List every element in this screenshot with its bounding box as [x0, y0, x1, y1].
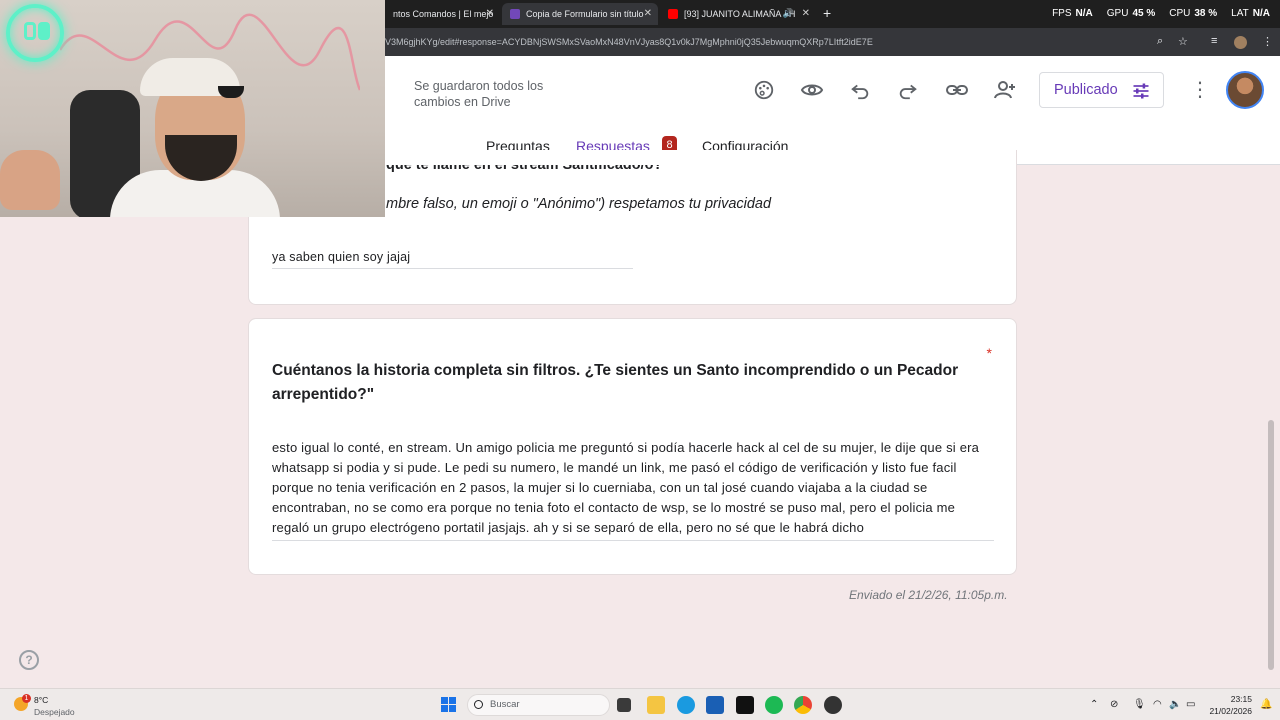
- tune-icon: [1131, 81, 1151, 105]
- notifications-icon[interactable]: 🔔: [1260, 699, 1272, 710]
- notification-badge: 1: [22, 694, 31, 703]
- taskbar-search-input[interactable]: Buscar: [467, 694, 610, 716]
- undo-icon[interactable]: [848, 78, 872, 102]
- more-options-icon[interactable]: ⋮: [1190, 78, 1210, 102]
- tab-title: ntos Comandos | El mejo: [393, 9, 494, 19]
- speaker-icon: 🔊: [782, 8, 794, 18]
- y-app-icon[interactable]: [736, 696, 754, 714]
- microphone-icon[interactable]: 🎙: [1133, 699, 1146, 710]
- search-icon: [474, 700, 483, 709]
- windows-taskbar: 1 8°C Despejado Buscar ⌃ ⊘ 🎙 ◠ 🔈 ▭ 23:15…: [0, 688, 1280, 720]
- weather-temp: 8°C: [34, 695, 49, 705]
- zoom-icon[interactable]: ⌕: [1157, 35, 1163, 48]
- response-answer: ya saben quien soy jajaj: [272, 250, 633, 269]
- clock-time: 23:15: [1230, 694, 1252, 704]
- preview-eye-icon[interactable]: [800, 78, 824, 102]
- chrome-icon[interactable]: [794, 696, 812, 714]
- browser-tab-comandos[interactable]: ntos Comandos | El mejo ✕: [385, 3, 500, 25]
- link-icon[interactable]: [945, 78, 969, 102]
- stat-fps: FPS N/A: [1052, 8, 1093, 19]
- submitted-timestamp: Enviado el 21/2/26, 11:05p.m.: [849, 588, 1008, 602]
- browser-tab-youtube[interactable]: [93] JUANITO ALIMAÑA - H 🔊 ✕: [660, 3, 816, 25]
- volume-icon[interactable]: 🔈: [1169, 699, 1181, 710]
- search-placeholder: Buscar: [490, 699, 520, 710]
- webcam-overlay: [0, 0, 385, 217]
- weather-desc: Despejado: [34, 707, 75, 717]
- task-view-icon[interactable]: [617, 698, 631, 712]
- required-asterisk: *: [986, 345, 992, 361]
- edge-icon[interactable]: [677, 696, 695, 714]
- add-collaborator-icon[interactable]: [993, 78, 1017, 102]
- bookmark-star-icon[interactable]: ☆: [1178, 35, 1188, 48]
- new-tab-icon[interactable]: +: [823, 5, 831, 21]
- tab-title: Copia de Formulario sin título: [526, 9, 644, 19]
- browser-tab-forms[interactable]: Copia de Formulario sin título ✕: [502, 3, 658, 25]
- close-icon[interactable]: ✕: [802, 8, 810, 19]
- wifi-icon[interactable]: ◠: [1153, 699, 1162, 710]
- question-card-story: * Cuéntanos la historia completa sin fil…: [248, 318, 1017, 575]
- clock-date: 21/02/2026: [1209, 706, 1252, 716]
- menu-dots-icon[interactable]: ⋮: [1262, 35, 1273, 48]
- obs-icon[interactable]: [824, 696, 842, 714]
- palette-icon[interactable]: [752, 78, 776, 102]
- youtube-icon: [668, 9, 678, 19]
- avatar[interactable]: [1226, 71, 1264, 109]
- publish-label: Publicado: [1054, 82, 1118, 98]
- spotify-icon[interactable]: [765, 696, 783, 714]
- forms-icon: [510, 9, 520, 19]
- question-title: Cuéntanos la historia completa sin filtr…: [272, 362, 959, 403]
- system-clock[interactable]: 23:15 21/02/2026: [1206, 693, 1252, 717]
- close-icon[interactable]: ✕: [486, 8, 494, 19]
- save-status: Se guardaron todos los cambios en Drive: [414, 79, 544, 109]
- stat-lat: LAT N/A: [1231, 8, 1270, 19]
- url-text[interactable]: V3M6gjhKYg/edit#response=ACYDBNjSWSMxSVa…: [385, 37, 873, 47]
- performance-overlay: FPS N/A GPU 45 % CPU 38 % LAT N/A: [1052, 8, 1270, 19]
- weather-widget[interactable]: 1 8°C Despejado: [14, 693, 104, 717]
- file-explorer-icon[interactable]: [647, 696, 665, 714]
- stat-cpu: CPU 38 %: [1169, 8, 1218, 19]
- store-icon[interactable]: [706, 696, 724, 714]
- windows-start-icon[interactable]: [440, 696, 458, 714]
- media-control-icon[interactable]: ≡: [1211, 35, 1217, 47]
- scrollbar-thumb[interactable]: [1268, 420, 1274, 670]
- help-icon[interactable]: ?: [19, 650, 39, 670]
- question-description: mbre falso, un emoji o "Anónimo") respet…: [386, 196, 772, 212]
- tray-overflow-icon[interactable]: ⌃: [1090, 699, 1098, 710]
- stat-gpu: GPU 45 %: [1106, 8, 1156, 19]
- profile-icon[interactable]: [1234, 36, 1247, 49]
- tab-title: [93] JUANITO ALIMAÑA - H: [684, 9, 796, 19]
- person-hand: [0, 150, 60, 210]
- response-answer: esto igual lo conté, en stream. Un amigo…: [272, 438, 994, 541]
- battery-icon[interactable]: ▭: [1186, 699, 1195, 710]
- publish-button[interactable]: Publicado: [1039, 72, 1164, 108]
- close-icon[interactable]: ✕: [644, 8, 652, 19]
- redo-icon[interactable]: [896, 78, 920, 102]
- tray-app-icon[interactable]: ⊘: [1110, 699, 1118, 710]
- neon-smiley-sign: [6, 4, 64, 62]
